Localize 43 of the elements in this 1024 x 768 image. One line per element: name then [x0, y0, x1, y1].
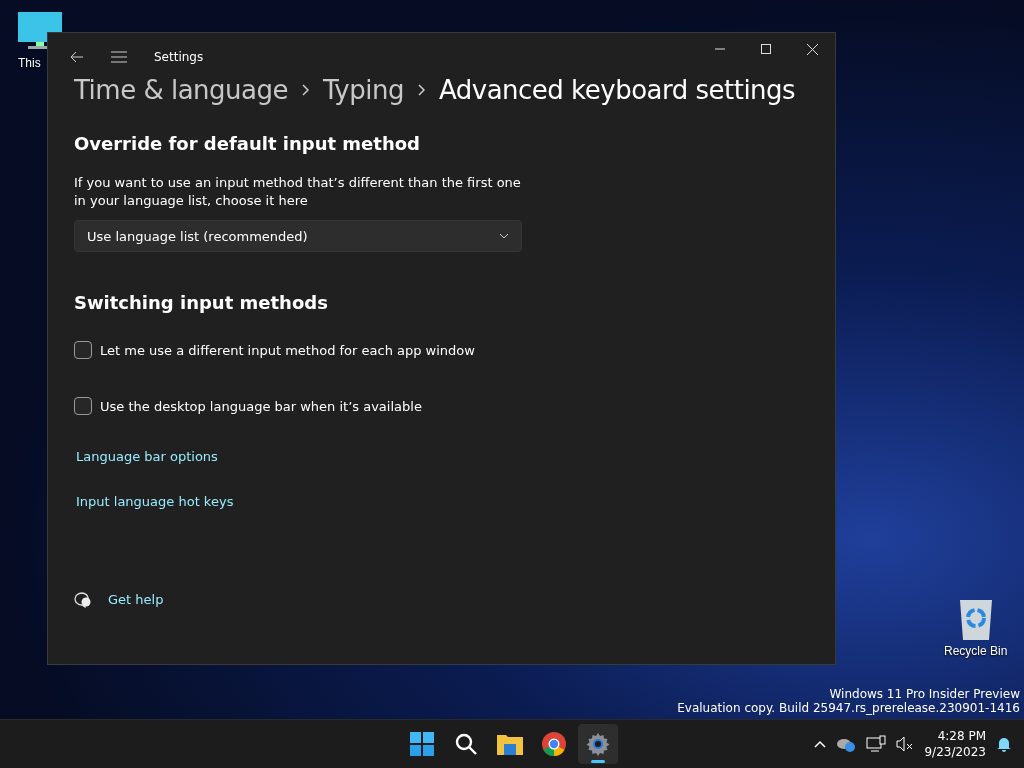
- settings-link[interactable]: Language bar options: [76, 449, 218, 464]
- window-title: Settings: [154, 50, 205, 64]
- clock-time: 4:28 PM: [937, 728, 986, 744]
- help-chat-icon: [74, 592, 92, 608]
- checkbox[interactable]: [74, 397, 92, 415]
- windows-logo-icon: [410, 732, 434, 756]
- recycle-bin-icon: [957, 598, 994, 640]
- chevron-right-icon: [302, 84, 309, 96]
- network-icon[interactable]: [866, 735, 887, 753]
- evaluation-text: Evaluation copy. Build 25947.rs_prerelease.230901-1416: [677, 701, 1020, 715]
- clock[interactable]: 4:28 PM 9/23/2023: [924, 728, 986, 760]
- section-description: If you want to use an input method that’s different than the first one in your language list, choose it here: [74, 174, 522, 210]
- back-arrow-icon: [70, 51, 84, 63]
- gear-icon: [586, 732, 610, 756]
- cloud-icon[interactable]: [836, 736, 857, 752]
- browser-icon: [542, 732, 566, 756]
- speaker-muted-icon[interactable]: [896, 736, 915, 752]
- breadcrumb-item[interactable]: Typing: [323, 75, 404, 105]
- checkbox-label[interactable]: Use the desktop language bar when it’s available: [100, 398, 422, 414]
- section-heading: Override for default input method: [74, 133, 421, 154]
- close-icon: [806, 43, 818, 55]
- maximize-icon: [761, 44, 771, 54]
- breadcrumb-item: Advanced keyboard settings: [438, 75, 796, 105]
- chevron-right-icon: [417, 84, 425, 96]
- chevron-down-icon: [499, 233, 509, 239]
- search-icon: [454, 732, 478, 756]
- settings-link[interactable]: Input language hot keys: [76, 494, 234, 509]
- taskbar-app-button[interactable]: [578, 724, 618, 764]
- desktop-icon-label[interactable]: Recycle Bin: [944, 644, 1008, 658]
- clock-date: 9/23/2023: [924, 744, 986, 760]
- folder-icon: [497, 733, 523, 755]
- chevron-up-icon[interactable]: [814, 740, 827, 748]
- breadcrumb-item[interactable]: Time & language: [74, 75, 288, 105]
- evaluation-text: Windows 11 Pro Insider Preview: [829, 687, 1020, 701]
- section-heading: Switching input methods: [74, 292, 329, 313]
- checkbox-label[interactable]: Let me use a different input method for each app window: [100, 342, 475, 358]
- menu-icon: [111, 51, 127, 63]
- input-method-dropdown[interactable]: Use language list (recommended): [74, 220, 522, 252]
- minimize-icon: [715, 48, 725, 50]
- bell-icon[interactable]: [996, 736, 1012, 752]
- checkbox[interactable]: [74, 341, 92, 359]
- desktop-icon-label[interactable]: This: [18, 56, 41, 70]
- get-help-link[interactable]: Get help: [108, 592, 164, 607]
